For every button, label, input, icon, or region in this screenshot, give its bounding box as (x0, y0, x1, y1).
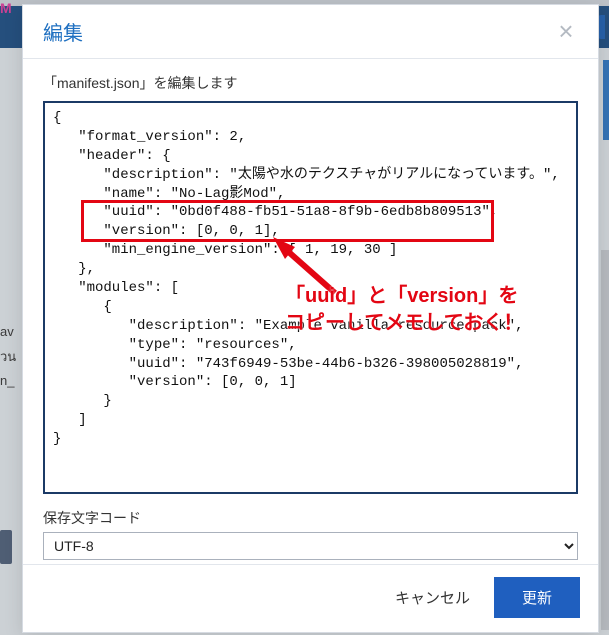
editor-container: 「uuid」と「version」を コピーしてメモしておく！ (43, 101, 578, 494)
modal-subtitle: 「manifest.json」を編集します (43, 73, 578, 93)
modal-footer: キャンセル 更新 (23, 564, 598, 632)
modal-header: 編集 × (23, 5, 598, 59)
update-button[interactable]: 更新 (494, 577, 580, 618)
encoding-select[interactable]: UTF-8 (43, 532, 578, 560)
modal-title: 編集 (43, 17, 83, 46)
modal-body: 「manifest.json」を編集します 「uuid」と「version」を … (23, 59, 598, 564)
cancel-button[interactable]: キャンセル (389, 579, 476, 616)
edit-modal: 編集 × 「manifest.json」を編集します 「uuid」と「versi… (22, 4, 599, 633)
encoding-label: 保存文字コード (43, 508, 578, 528)
close-icon[interactable]: × (552, 18, 580, 46)
manifest-json-editor[interactable] (47, 105, 574, 490)
